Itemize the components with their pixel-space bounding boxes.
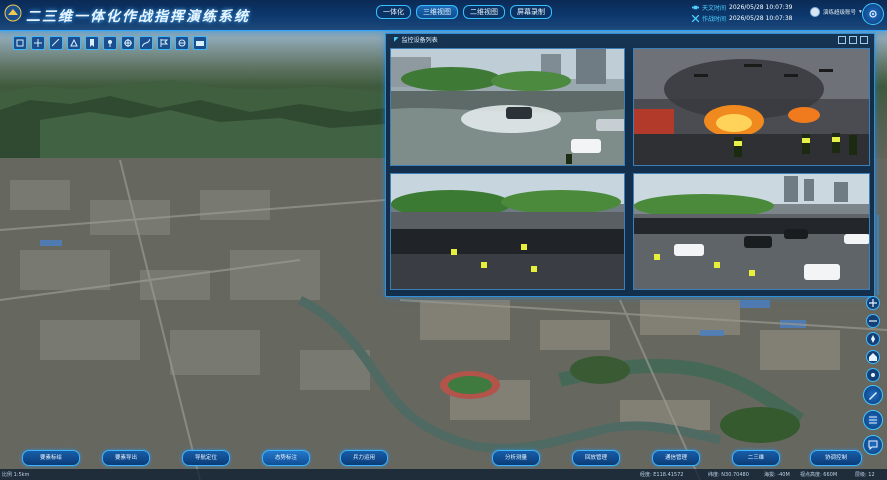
location-icon	[871, 373, 875, 377]
reset-view-button[interactable]	[866, 350, 880, 364]
latitude-readout: 纬度: N30.70480	[708, 472, 749, 478]
export-elements-button[interactable]: 要素导出	[102, 450, 150, 466]
globe-icon	[178, 39, 186, 47]
app-logo-icon	[4, 4, 22, 22]
location-button[interactable]	[866, 368, 880, 382]
close-button[interactable]	[860, 36, 868, 44]
compass-button[interactable]	[866, 332, 880, 346]
fire-scene-image	[634, 49, 869, 165]
tab-integrated[interactable]: 一体化	[376, 5, 411, 19]
zoom-in-button[interactable]	[866, 296, 880, 310]
user-menu[interactable]: 演练超级账号 ▾	[810, 7, 862, 17]
level-readout: 层级: 12	[855, 472, 875, 478]
gear-icon	[869, 10, 877, 18]
pencil-icon	[869, 392, 877, 400]
measure-tool-button[interactable]	[49, 36, 63, 50]
view-height-readout: 视点高度: 660M	[800, 472, 838, 478]
tab-2d-view[interactable]: 二维视图	[463, 5, 505, 19]
view-tabs: 一体化 三维视图 二维视图 屏幕录制	[376, 5, 552, 19]
camera-icon	[196, 41, 204, 46]
list-button[interactable]	[863, 410, 883, 430]
status-bar: 比例 1:5km 经度: E118.41572 纬度: N30.70480 海拔…	[0, 469, 887, 480]
target-tool-button[interactable]	[121, 36, 135, 50]
plus-icon	[869, 299, 877, 307]
satellite-icon	[692, 5, 699, 10]
tab-screen-record[interactable]: 屏幕录制	[510, 5, 552, 19]
top-header: 二三维一体化作战指挥演练系统 一体化 三维视图 二维视图 屏幕录制 天文时间 2…	[0, 0, 887, 31]
situation-annotate-button[interactable]: 态势标注	[262, 450, 310, 466]
tab-3d-view[interactable]: 三维视图	[416, 5, 458, 19]
layers-icon	[16, 39, 24, 47]
flag-tool-button[interactable]	[157, 36, 171, 50]
pin-icon	[108, 40, 112, 47]
video-monitor-panel: ◤ 监控设备列表	[385, 33, 875, 297]
app-title: 二三维一体化作战指挥演练系统	[26, 9, 250, 25]
user-name: 演练超级账号	[823, 10, 857, 16]
monitor-icon: ◤	[394, 36, 399, 43]
route-icon	[142, 39, 150, 47]
2d3d-button[interactable]: 二三维	[732, 450, 780, 466]
list-icon	[869, 416, 877, 424]
minus-icon	[869, 320, 877, 322]
coordination-button[interactable]: 协调控制	[810, 450, 862, 466]
minimize-button[interactable]	[838, 36, 846, 44]
camera-feed-crowd-1[interactable]	[390, 173, 625, 290]
panel-title: 监控设备列表	[401, 37, 438, 44]
camera-feed-crowd-2[interactable]	[633, 173, 870, 290]
ruler-icon	[52, 39, 60, 47]
camera-feed-flood[interactable]	[390, 48, 625, 166]
grid-icon	[34, 39, 42, 47]
panel-header: ◤ 监控设备列表	[386, 34, 874, 45]
analysis-measure-button[interactable]: 分析测量	[492, 450, 540, 466]
maximize-button[interactable]	[849, 36, 857, 44]
longitude-readout: 经度: E118.41572	[640, 472, 684, 478]
crowd-scene-image	[391, 174, 624, 289]
plot-elements-button[interactable]: 要素标绘	[22, 450, 80, 466]
scroll-track[interactable]	[875, 215, 881, 295]
layers-tool-button[interactable]	[13, 36, 27, 50]
flag-icon	[160, 39, 168, 47]
time-display: 天文时间 2026/05/28 10:07:39 作战时间 2026/05/28…	[692, 2, 792, 24]
settings-button[interactable]	[862, 3, 884, 25]
force-deploy-button[interactable]: 兵力运用	[340, 450, 388, 466]
map-toolstrip	[13, 36, 207, 50]
bookmark-icon	[90, 39, 94, 47]
polygon-icon	[70, 39, 78, 47]
route-tool-button[interactable]	[139, 36, 153, 50]
marker-tool-button[interactable]	[103, 36, 117, 50]
camera-feed-fire[interactable]	[633, 48, 870, 166]
crowd-vehicles-image	[634, 174, 869, 289]
flood-scene-image	[391, 49, 624, 165]
crosshair-icon	[124, 39, 132, 47]
home-icon	[869, 353, 877, 361]
sim-time-label: 作战时间	[702, 16, 727, 23]
globe-tool-button[interactable]	[175, 36, 189, 50]
zoom-out-button[interactable]	[866, 314, 880, 328]
playback-button[interactable]: 回放管理	[572, 450, 620, 466]
sim-time-value: 2026/05/28 10:07:38	[729, 15, 793, 22]
real-time-value: 2026/05/28 10:07:39	[729, 4, 793, 11]
avatar	[810, 7, 820, 17]
area-tool-button[interactable]	[67, 36, 81, 50]
real-time-label: 天文时间	[702, 5, 727, 12]
bookmark-tool-button[interactable]	[85, 36, 99, 50]
edit-button[interactable]	[863, 385, 883, 405]
compass-icon	[871, 335, 875, 343]
comms-button[interactable]: 通信管理	[652, 450, 700, 466]
grid-tool-button[interactable]	[31, 36, 45, 50]
altitude-readout: 海拔: -40M	[764, 472, 790, 478]
camera-tool-button[interactable]	[193, 36, 207, 50]
scale-readout: 比例 1:5km	[2, 472, 30, 478]
navigation-button[interactable]: 导航定位	[182, 450, 230, 466]
crossed-swords-icon	[692, 15, 699, 22]
